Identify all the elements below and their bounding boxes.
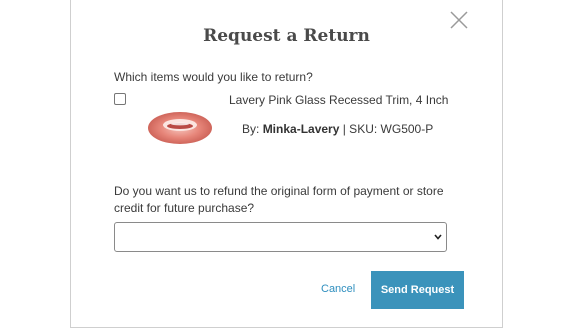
return-request-dialog: Request a Return Which items would you l… xyxy=(70,0,503,328)
refund-method-select[interactable] xyxy=(114,222,447,252)
refund-question: Do you want us to refund the original fo… xyxy=(114,184,444,215)
cancel-button[interactable]: Cancel xyxy=(321,283,355,295)
chevron-down-icon xyxy=(434,234,442,240)
product-meta: By: Minka-Lavery | SKU: WG500-P xyxy=(242,122,433,136)
dialog-title: Request a Return xyxy=(203,26,370,46)
item-checkbox[interactable] xyxy=(114,93,126,105)
by-label: By: xyxy=(242,122,260,136)
product-name: Lavery Pink Glass Recessed Trim, 4 Inch xyxy=(229,93,449,107)
product-thumbnail xyxy=(148,112,212,144)
sku-text: | SKU: WG500-P xyxy=(342,122,434,136)
brand-name: Minka-Lavery xyxy=(262,122,340,136)
send-request-button[interactable]: Send Request xyxy=(371,271,464,309)
items-question: Which items would you like to return? xyxy=(114,70,313,84)
